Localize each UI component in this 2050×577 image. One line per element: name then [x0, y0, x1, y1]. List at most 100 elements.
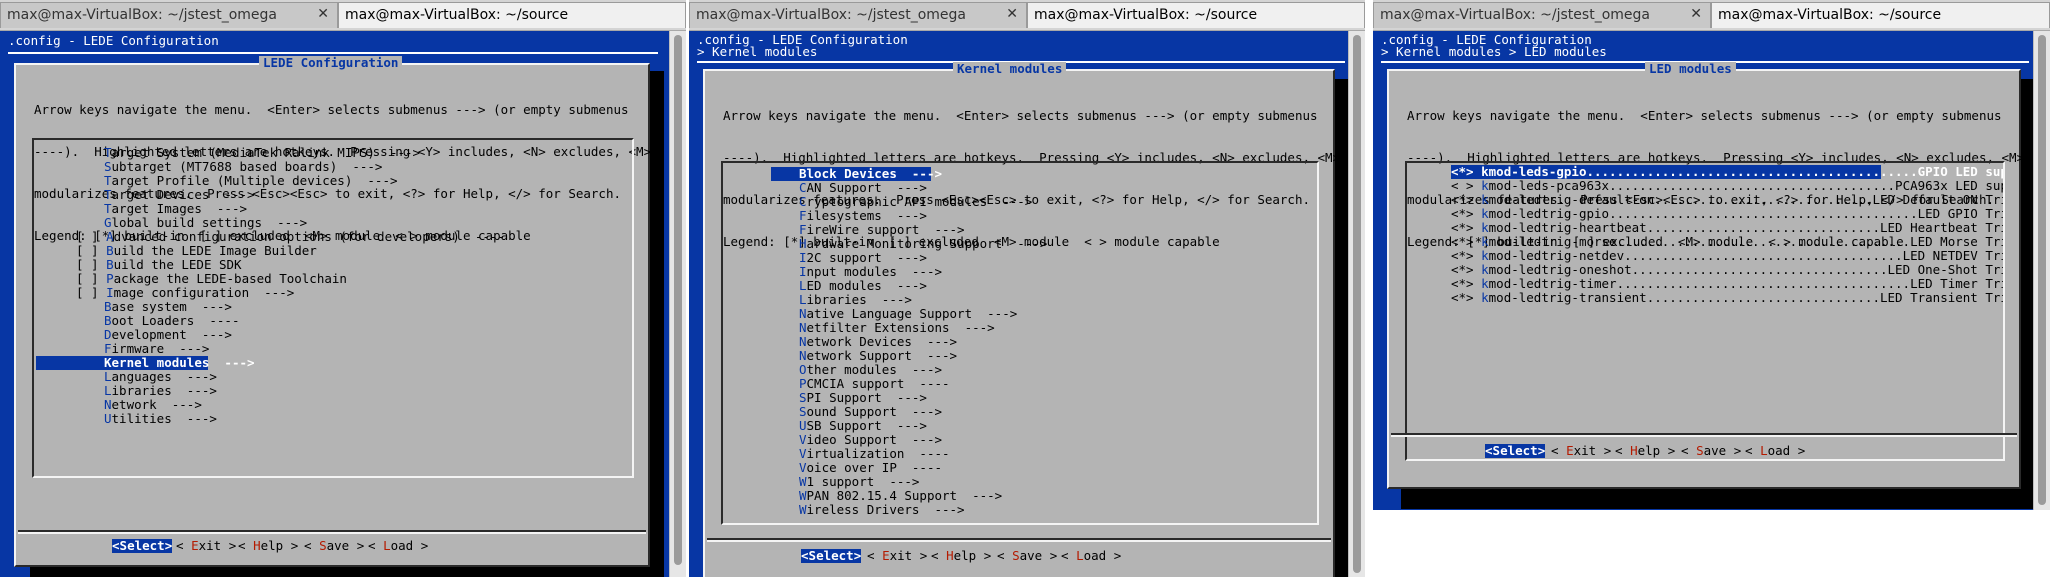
menu-item-leader: ...............................	[1646, 221, 1880, 235]
menu-item[interactable]: Kernel modules --->	[36, 356, 632, 370]
menu-item-label: nput modules --->	[806, 264, 942, 279]
menu-item[interactable]: Filesystems --->	[799, 209, 1317, 223]
menu-item[interactable]: Libraries --->	[76, 384, 632, 398]
menu-item[interactable]: Languages --->	[76, 370, 632, 384]
exit-button[interactable]: < Exit >	[867, 549, 927, 563]
menu-item[interactable]: Base system --->	[76, 300, 632, 314]
exit-button[interactable]: < Exit >	[1551, 444, 1611, 458]
help-button[interactable]: < Help >	[1615, 444, 1675, 458]
terminal-window-2: max@max-VirtualBox: ~/jstest_omega ✕ max…	[689, 0, 1365, 577]
help-button[interactable]: < Help >	[931, 549, 991, 563]
menu-item[interactable]: Voice over IP ----	[799, 461, 1317, 475]
menu-item[interactable]: Native Language Support --->	[799, 307, 1317, 321]
menu-item[interactable]: SPI Support --->	[799, 391, 1317, 405]
menu-item[interactable]: [ ] Image configuration --->	[76, 286, 632, 300]
menu-item[interactable]: Input modules --->	[799, 265, 1317, 279]
menu-item[interactable]: Hardware Monitoring Support --->	[799, 237, 1317, 251]
tab-source[interactable]: max@max-VirtualBox: ~/source	[1027, 2, 1365, 28]
button-bracket: <	[238, 538, 254, 553]
menu-item[interactable]: Virtualization ----	[799, 447, 1317, 461]
menu-item[interactable]: Boot Loaders ----	[76, 314, 632, 328]
menu-item[interactable]: Other modules --->	[799, 363, 1317, 377]
menu-item[interactable]: Network Devices --->	[799, 335, 1317, 349]
help-button[interactable]: < Help >	[238, 539, 298, 553]
save-button[interactable]: < Save >	[997, 549, 1057, 563]
menu-item[interactable]: Network Support --->	[799, 349, 1317, 363]
menu-item-label: mod-leds-gpio	[1488, 165, 1587, 179]
menu-box: Target System (MediaTek Ralink MIPS) ---…	[32, 138, 634, 478]
menu-item[interactable]: <*> kmod-ledtrig-transient..............…	[1451, 291, 2003, 305]
terminal-screen[interactable]: .config - LEDE Configuration > Kernel mo…	[689, 31, 1349, 577]
select-button[interactable]: <Select>	[1485, 444, 1546, 458]
tab-source[interactable]: max@max-VirtualBox: ~/source	[338, 2, 686, 28]
menu-item-hotkey: I	[799, 264, 807, 279]
menu-item[interactable]: FireWire support --->	[799, 223, 1317, 237]
menu-item[interactable]: USB Support --->	[799, 419, 1317, 433]
button-label: ave >	[326, 538, 365, 553]
terminal-screen[interactable]: .config - LEDE Configuration LEDE Config…	[0, 31, 670, 577]
tab-jstest-omega[interactable]: max@max-VirtualBox: ~/jstest_omega ✕	[689, 2, 1027, 28]
menu-item-label: ibraries --->	[806, 292, 912, 307]
menu-item[interactable]: I2C support --->	[799, 251, 1317, 265]
menu-item[interactable]: Firmware --->	[76, 342, 632, 356]
load-button[interactable]: < Load >	[1061, 549, 1121, 563]
menu-item[interactable]: [ ] Package the LEDE-based Toolchain	[76, 272, 632, 286]
tab-jstest-omega[interactable]: max@max-VirtualBox: ~/jstest_omega ✕	[0, 2, 338, 28]
menu-item[interactable]: <*> kmod-ledtrig-netdev.................…	[1451, 249, 2003, 263]
menu-item[interactable]: Target Devices --->	[76, 188, 632, 202]
menu-item[interactable]: W1 support --->	[799, 475, 1317, 489]
menu-item[interactable]: [ ] Build the LEDE Image Builder	[76, 244, 632, 258]
menu-item[interactable]: Sound Support --->	[799, 405, 1317, 419]
menu-item[interactable]: < > kmod-leds-pca963x...................…	[1451, 179, 2003, 193]
load-button[interactable]: < Load >	[1745, 444, 1805, 458]
scrollbar-thumb[interactable]	[674, 35, 682, 565]
save-button[interactable]: < Save >	[304, 539, 364, 553]
close-icon[interactable]: ✕	[1690, 6, 1702, 22]
terminal-screen[interactable]: .config - LEDE Configuration > Kernel mo…	[1373, 31, 2034, 510]
menu-item[interactable]: LED modules --->	[799, 279, 1317, 293]
close-icon[interactable]: ✕	[317, 6, 329, 22]
menu-item[interactable]: CAN Support --->	[799, 181, 1317, 195]
load-button[interactable]: < Load >	[368, 539, 428, 553]
menu-item[interactable]: <*> kmod-leds-gpio......................…	[1451, 165, 2003, 179]
menu-item[interactable]: <*> kmod-ledtrig-morse..................…	[1451, 235, 2003, 249]
close-icon[interactable]: ✕	[1006, 6, 1018, 22]
menu-item[interactable]: Target System (MediaTek Ralink MIPS) ---…	[76, 146, 632, 160]
menu-item[interactable]: Subtarget (MT7688 based boards) --->	[76, 160, 632, 174]
scrollbar[interactable]	[2033, 31, 2050, 510]
scrollbar-thumb[interactable]	[2038, 35, 2046, 505]
menu-item[interactable]: Cryptographic API modules --->	[799, 195, 1317, 209]
menu-item[interactable]: Target Images --->	[76, 202, 632, 216]
menu-item[interactable]: Target Profile (Multiple devices) --->	[76, 174, 632, 188]
tab-source[interactable]: max@max-VirtualBox: ~/source	[1711, 2, 2050, 28]
menu-item[interactable]: [ ] Build the LEDE SDK	[76, 258, 632, 272]
terminal-window-3: max@max-VirtualBox: ~/jstest_omega ✕ max…	[1373, 0, 2050, 510]
exit-button[interactable]: < Exit >	[176, 539, 236, 553]
menu-item[interactable]: Video Support --->	[799, 433, 1317, 447]
select-button[interactable]: <Select>	[112, 539, 173, 553]
menu-item[interactable]: Development --->	[76, 328, 632, 342]
menu-item[interactable]: Block Devices --->	[771, 167, 1317, 181]
scrollbar-thumb[interactable]	[1353, 35, 1361, 573]
menu-item[interactable]: Netfilter Extensions --->	[799, 321, 1317, 335]
menu-item[interactable]: Wireless Drivers --->	[799, 503, 1317, 517]
tab-jstest-omega[interactable]: max@max-VirtualBox: ~/jstest_omega ✕	[1373, 2, 1711, 28]
select-button[interactable]: <Select>	[801, 549, 862, 563]
menu-item[interactable]: WPAN 802.15.4 Support --->	[799, 489, 1317, 503]
menu-item[interactable]: Libraries --->	[799, 293, 1317, 307]
menu-item[interactable]: PCMCIA support ----	[799, 377, 1317, 391]
button-label: elp >	[1637, 443, 1676, 458]
menu-item[interactable]: Global build settings --->	[76, 216, 632, 230]
menu-item[interactable]: <*> kmod-ledtrig-gpio...................…	[1451, 207, 2003, 221]
menu-item[interactable]: <*> kmod-ledtrig-timer..................…	[1451, 277, 2003, 291]
menu-item[interactable]: Utilities --->	[76, 412, 632, 426]
menu-item-hotkey: T	[104, 201, 112, 216]
save-button[interactable]: < Save >	[1681, 444, 1741, 458]
scrollbar[interactable]	[1348, 31, 1365, 577]
menu-item[interactable]: <*> kmod-ledtrig-oneshot................…	[1451, 263, 2003, 277]
scrollbar[interactable]	[669, 31, 686, 577]
menu-item[interactable]: [ ] Advanced configuration options (for …	[76, 230, 632, 244]
menu-item[interactable]: <*> kmod-ledtrig-default-on.............…	[1451, 193, 2003, 207]
menu-item[interactable]: Network --->	[76, 398, 632, 412]
menu-item[interactable]: <*> kmod-ledtrig-heartbeat..............…	[1451, 221, 2003, 235]
